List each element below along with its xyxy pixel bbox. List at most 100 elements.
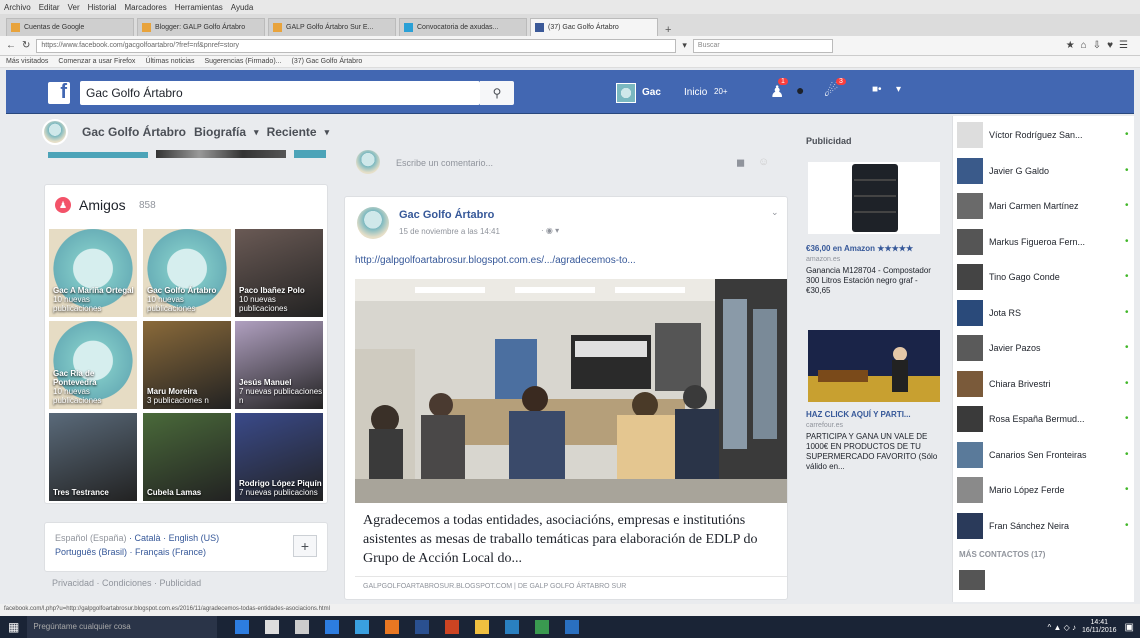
browser-tab[interactable]: Convocatoria de axudas... [399, 18, 527, 36]
chat-contact[interactable]: Jota RS • [957, 296, 1131, 330]
bookmark-item[interactable]: Sugerencias (Firmado)... [204, 58, 281, 65]
post-date[interactable]: 15 de noviembre a las 14:41 [399, 227, 500, 236]
browser-tab-active[interactable]: (37) Gac Golfo Ártabro [530, 18, 658, 36]
friend-tile[interactable]: Cubela Lamas [143, 413, 231, 501]
friend-tile[interactable]: Gac A Mariña Ortegal 10 nuevas publicacio… [49, 229, 137, 317]
edge-icon[interactable] [235, 620, 250, 634]
account-menu-chevron-down-icon[interactable]: ▾ [896, 84, 901, 95]
friends-title[interactable]: Amigos [79, 197, 126, 213]
browser-tab[interactable]: Blogger: GALP Golfo Ártabro [137, 18, 265, 36]
contact-avatar[interactable] [959, 570, 985, 590]
chat-contact[interactable]: Javier G Galdo • [957, 154, 1131, 188]
page-name-link[interactable]: Gac Golfo Ártabro [82, 125, 186, 139]
toolbar-icons[interactable]: ★⌂⇩♥☰ [1066, 40, 1134, 51]
friend-tile[interactable]: Jesús Manuel 7 nuevas publicaciones n [235, 321, 323, 409]
app-icon[interactable] [505, 620, 520, 634]
post-photo[interactable] [355, 279, 787, 503]
bookmark-item[interactable]: Últimas noticias [145, 58, 194, 65]
url-input[interactable]: https://www.facebook.com/gacgolfoartabro… [36, 38, 677, 53]
acrobat-icon[interactable] [445, 620, 460, 634]
messages-icon[interactable]: ● [796, 82, 804, 98]
recent-link[interactable]: Reciente [267, 125, 317, 139]
ad1-description[interactable]: Ganancia M128704 - Compostador 300 Litro… [806, 266, 938, 296]
link-title[interactable]: Agradecemos a todas entidades, asociació… [355, 503, 787, 577]
friend-tile[interactable]: Paco Ibañez Polo 10 nuevas publicaciones [235, 229, 323, 317]
excel-icon[interactable] [535, 620, 550, 634]
menu-herramientas[interactable]: Herramientas [175, 3, 223, 12]
facebook-logo-icon[interactable]: f [48, 81, 70, 104]
friend-tile[interactable]: Gac Ria de Pontevedra 10 nuevas publicaci… [49, 321, 137, 409]
menu-editar[interactable]: Editar [39, 3, 60, 12]
cortana-search-input[interactable]: Pregúntame cualquier cosa [27, 616, 218, 638]
biography-link[interactable]: Biografía [194, 125, 246, 139]
nav-profile-name[interactable]: Gac [642, 87, 661, 98]
chat-contact[interactable]: Mario López Ferde • [957, 473, 1131, 507]
nav-home[interactable]: Inicio [684, 87, 707, 98]
post-author-avatar[interactable] [357, 207, 389, 239]
ad1-image[interactable] [808, 162, 940, 234]
bookmark-item[interactable]: Más visitados [6, 58, 48, 65]
browser-search-input[interactable]: Buscar [692, 38, 833, 53]
menu-ver[interactable]: Ver [68, 3, 80, 12]
lang-link[interactable]: Português (Brasil) [55, 547, 127, 557]
fb-search-input[interactable]: Gac Golfo Ártabro [80, 81, 480, 105]
chat-contact[interactable]: Javier Pazos • [957, 331, 1131, 365]
menu-ayuda[interactable]: Ayuda [231, 3, 254, 12]
search-icon[interactable]: ⚲ [480, 81, 514, 105]
lang-link[interactable]: Català [135, 533, 161, 543]
emoji-icon[interactable]: ☺ [758, 156, 769, 168]
menu-archivo[interactable]: Archivo [4, 3, 31, 12]
app-icon[interactable] [355, 620, 370, 634]
profile-avatar[interactable] [616, 83, 636, 103]
word-icon[interactable] [415, 620, 430, 634]
dropdown-icon[interactable]: ▾ [682, 40, 687, 51]
chat-contact[interactable]: Markus Figueroa Fern... • [957, 225, 1131, 259]
chat-contact[interactable]: Fran Sánchez Neira • [957, 509, 1131, 543]
reload-icon[interactable]: ↻ [22, 40, 30, 51]
comment-input[interactable]: Escribe un comentario... [396, 158, 493, 168]
chat-contact[interactable]: Víctor Rodríguez San... • [957, 118, 1131, 152]
friend-tile[interactable]: Tres Testrance [49, 413, 137, 501]
back-icon[interactable]: ← [6, 40, 16, 51]
camera-icon[interactable]: ◼ [736, 156, 745, 169]
app-icon[interactable] [565, 620, 580, 634]
app-icon[interactable] [325, 620, 340, 634]
help-icon[interactable]: ■• [872, 84, 882, 95]
footer-links[interactable]: Privacidad · Condiciones · Publicidad [52, 578, 322, 592]
ad1-title[interactable]: €36,00 en Amazon ★★★★★ [806, 244, 940, 253]
chat-contact[interactable]: Mari Carmen Martínez • [957, 189, 1131, 223]
ad2-image[interactable] [808, 330, 940, 402]
notification-center-icon[interactable]: ▣ [1125, 622, 1134, 633]
tray-icons[interactable]: ^ ▲ ◇ ♪ [1048, 623, 1077, 632]
browser-tab[interactable]: GALP Golfo Ártabro Sur E... [268, 18, 396, 36]
page-avatar[interactable] [42, 119, 68, 145]
more-contacts[interactable]: MÁS CONTACTOS (17) [959, 550, 1045, 559]
post-author[interactable]: Gac Golfo Ártabro [399, 209, 494, 221]
new-tab-button[interactable]: + [665, 24, 671, 36]
chevron-down-icon[interactable]: ▾ [254, 127, 259, 138]
file-explorer-icon[interactable] [265, 620, 280, 634]
firefox-icon[interactable] [385, 620, 400, 634]
chat-contact[interactable]: Rosa España Bermud... • [957, 402, 1131, 436]
menu-marcadores[interactable]: Marcadores [125, 3, 167, 12]
ad2-site[interactable]: carrefour.es [806, 422, 843, 429]
lang-link[interactable]: English (US) [169, 533, 220, 543]
friend-requests-icon[interactable]: ♟ [770, 82, 784, 102]
folder-icon[interactable] [475, 620, 490, 634]
clock[interactable]: 14:41 16/11/2016 [1082, 619, 1117, 635]
friend-tile[interactable]: Maru Moreira 3 publicaciones n [143, 321, 231, 409]
chat-contact[interactable]: Canarios Sen Fronteiras • [957, 438, 1131, 472]
chevron-down-icon[interactable]: ▾ [325, 127, 330, 138]
chat-contact[interactable]: Chiara Brivestri • [957, 367, 1131, 401]
browser-tab[interactable]: Cuentas de Google [6, 18, 134, 36]
store-icon[interactable] [295, 620, 310, 634]
windows-start-icon[interactable]: ▦ [8, 620, 19, 634]
friend-tile[interactable]: Gac Golfo Ártabro 10 nuevas publicaciones [143, 229, 231, 317]
lang-link[interactable]: Français (France) [135, 547, 206, 557]
ad2-description[interactable]: PARTICIPA Y GANA UN VALE DE 1000€ EN PRO… [806, 432, 938, 472]
ad2-title[interactable]: HAZ CLICK AQUÍ Y PARTI... [806, 410, 940, 419]
friend-tile[interactable]: Rodrigo López Piquín 7 nuevas publicacion… [235, 413, 323, 501]
add-language-button[interactable]: + [293, 535, 317, 557]
bookmark-item[interactable]: (37) Gac Golfo Ártabro [291, 58, 362, 65]
ad1-site[interactable]: amazon.es [806, 256, 840, 263]
